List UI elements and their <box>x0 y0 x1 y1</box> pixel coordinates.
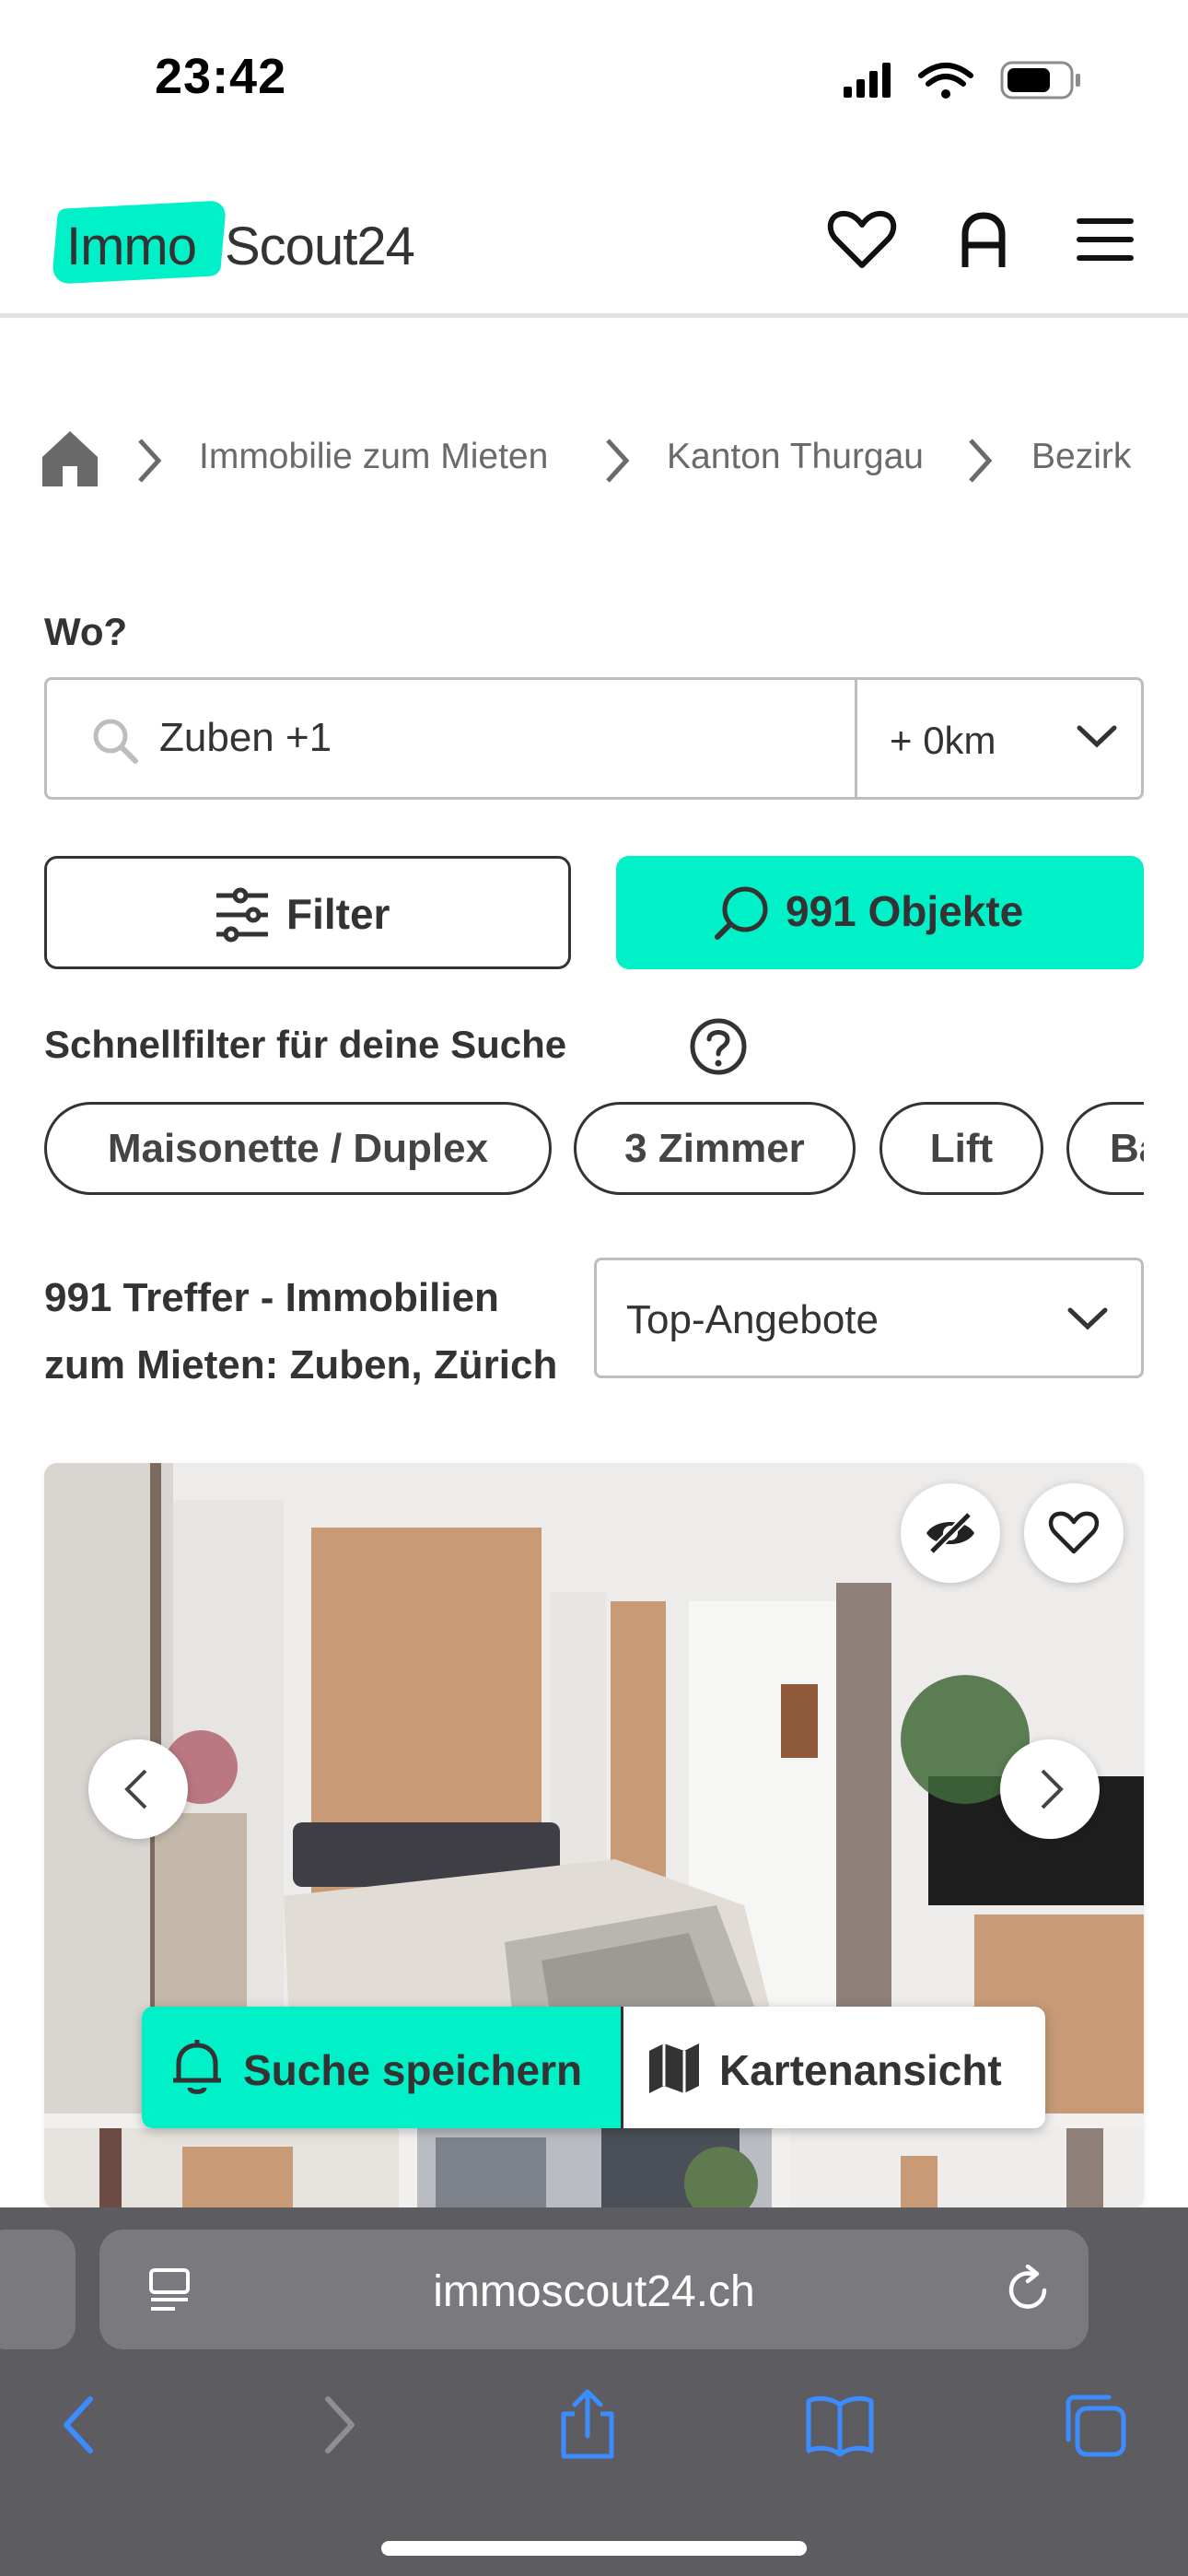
share-icon[interactable] <box>551 2388 624 2462</box>
chip-3-zimmer[interactable]: 3 Zimmer <box>574 1102 856 1195</box>
show-results-label: 991 Objekte <box>786 887 1024 935</box>
thumbnail-2[interactable] <box>417 2128 772 2209</box>
status-time: 23:42 <box>155 49 287 104</box>
thumbnail-3[interactable] <box>790 2128 1144 2209</box>
map-view-label: Kartenansicht <box>719 2046 1002 2094</box>
radius-select[interactable]: + 0km <box>860 680 1141 797</box>
chat-search-icon <box>715 886 768 940</box>
logo-text-immo: Immo <box>66 217 197 276</box>
favorite-listing-button[interactable] <box>1024 1483 1124 1583</box>
status-icons <box>844 61 1080 100</box>
map-icon <box>649 2043 699 2093</box>
chevron-right-icon <box>969 439 993 483</box>
filter-button[interactable]: Filter <box>44 856 571 969</box>
sliders-icon <box>216 887 268 943</box>
reload-icon[interactable] <box>1002 2265 1054 2316</box>
chevron-down-icon <box>1077 725 1117 748</box>
sort-value: Top-Angebote <box>626 1297 879 1342</box>
chevron-right-icon <box>606 439 630 483</box>
radius-value: + 0km <box>890 719 996 762</box>
results-heading: 991 Treffer - Immobilien zum Mieten: Zub… <box>44 1264 597 1399</box>
location-input[interactable]: Zuben +1 <box>47 680 857 797</box>
help-icon[interactable] <box>689 1017 748 1076</box>
url-text: immoscout24.ch <box>433 2267 755 2316</box>
previous-photo-button[interactable] <box>88 1739 188 1839</box>
location-search: Zuben +1 + 0km <box>44 677 1144 800</box>
immoscout24-logo[interactable]: Immo Scout24 <box>51 200 442 285</box>
show-results-button[interactable]: 991 Objekte <box>616 856 1144 969</box>
chip-ba[interactable]: Ba <box>1066 1102 1144 1195</box>
map-view-button[interactable]: Kartenansicht <box>621 2007 1045 2128</box>
quick-filter-title: Schnellfilter für deine Suche <box>44 1023 567 1066</box>
status-bar: 23:42 <box>0 0 1188 157</box>
breadcrumb-item-bezirk[interactable]: Bezirk <box>1031 437 1131 477</box>
menu-icon[interactable] <box>1068 203 1142 276</box>
home-indicator <box>381 2541 807 2556</box>
breadcrumb: Immobilie zum Mieten Kanton Thurgau Bezi… <box>41 424 1188 498</box>
filter-button-label: Filter <box>286 890 390 938</box>
heart-icon[interactable] <box>825 203 899 276</box>
user-icon[interactable] <box>947 203 1020 276</box>
address-bar[interactable]: immoscout24.ch <box>99 2230 1089 2349</box>
next-photo-button[interactable] <box>1000 1739 1100 1839</box>
signal-icon <box>844 63 891 98</box>
breadcrumb-item-kanton[interactable]: Kanton Thurgau <box>667 437 924 477</box>
chevron-left-icon <box>124 1769 147 1809</box>
browser-toolbar: immoscout24.ch <box>0 2207 1188 2576</box>
breadcrumb-item-mieten[interactable]: Immobilie zum Mieten <box>199 437 548 477</box>
eye-off-icon <box>926 1511 974 1555</box>
floating-action-bar: Suche speichern Kartenansicht <box>142 2007 1045 2128</box>
forward-icon[interactable] <box>300 2388 374 2462</box>
logo-text-scout: Scout24 <box>225 217 415 276</box>
previous-tab-preview[interactable] <box>0 2230 76 2349</box>
chevron-right-icon <box>138 439 162 483</box>
search-icon <box>93 719 138 764</box>
back-icon[interactable] <box>44 2388 118 2462</box>
chip-maisonette-duplex[interactable]: Maisonette / Duplex <box>44 1102 552 1195</box>
sort-select[interactable]: Top-Angebote <box>594 1258 1144 1378</box>
battery-icon <box>1000 61 1080 100</box>
heart-icon <box>1048 1511 1100 1554</box>
chevron-right-icon <box>1041 1769 1064 1809</box>
location-value: Zuben +1 <box>159 715 332 760</box>
bookmarks-icon[interactable] <box>803 2388 877 2462</box>
chevron-down-icon <box>1067 1307 1108 1330</box>
thumbnail-1[interactable] <box>44 2128 399 2209</box>
results-heading-line1: 991 Treffer - Immobilien <box>44 1275 499 1320</box>
results-heading-line2: zum Mieten: Zuben, Zürich <box>44 1342 558 1388</box>
tabs-icon[interactable] <box>1057 2388 1131 2462</box>
hide-listing-button[interactable] <box>901 1483 1000 1583</box>
bell-icon <box>173 2040 221 2094</box>
save-search-label: Suche speichern <box>243 2046 583 2094</box>
home-icon[interactable] <box>41 429 99 486</box>
thumbnail-strip <box>44 2128 1144 2209</box>
save-search-button[interactable]: Suche speichern <box>142 2007 621 2128</box>
location-label: Wo? <box>44 610 128 653</box>
site-header: Immo Scout24 <box>0 157 1188 318</box>
quick-filter-chips: Maisonette / Duplex 3 Zimmer Lift Ba <box>44 1102 1144 1198</box>
chip-lift[interactable]: Lift <box>879 1102 1043 1195</box>
wifi-icon <box>918 63 973 99</box>
